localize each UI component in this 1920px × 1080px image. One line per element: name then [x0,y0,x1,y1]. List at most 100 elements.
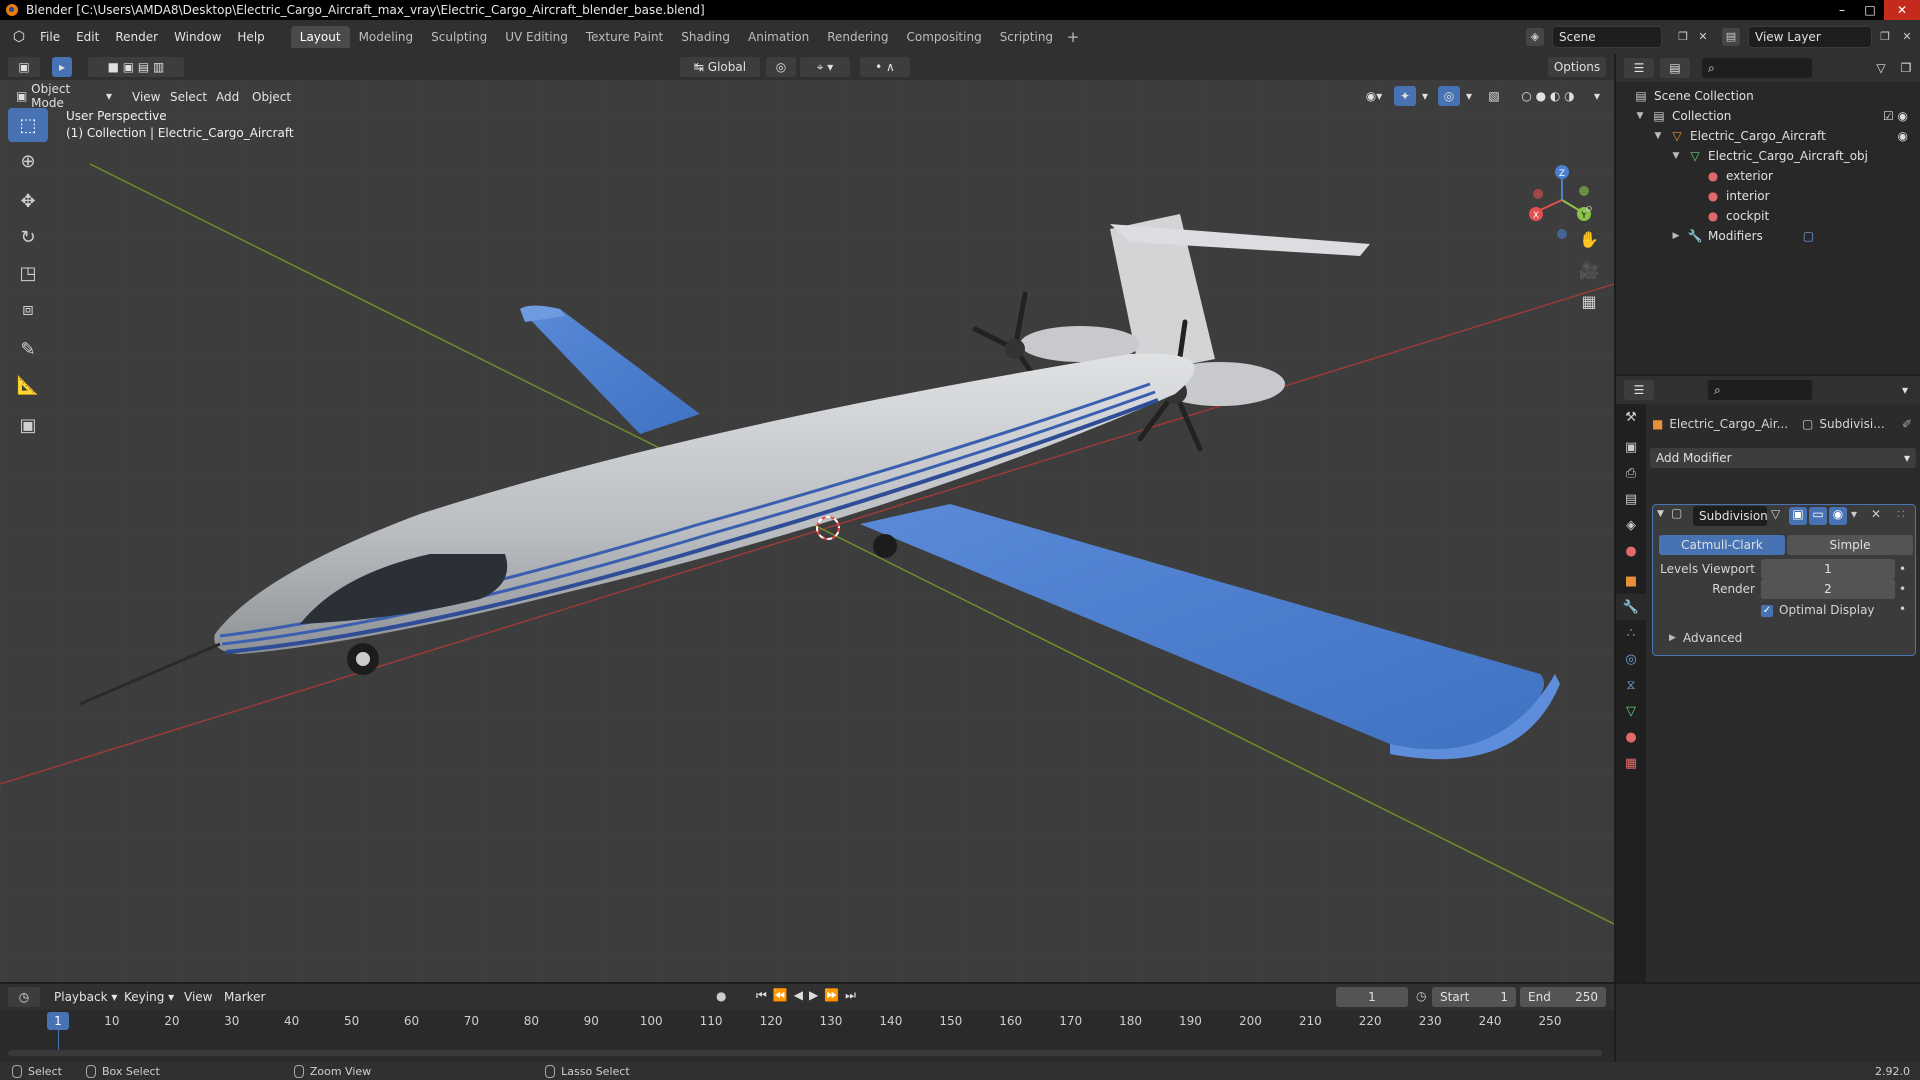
blender-menu-icon[interactable]: ⬡ [6,27,32,47]
start-frame-field[interactable]: Start 1 [1432,987,1516,1007]
annotate-tool[interactable]: ✎ [8,332,48,366]
modifier-name-field[interactable]: Subdivision [1693,506,1768,526]
properties-options-dropdown[interactable]: ▾ [1896,380,1914,400]
collapse-arrow-icon[interactable]: ▶ [1670,231,1682,241]
menu-edit[interactable]: Edit [68,26,107,48]
menu-help[interactable]: Help [229,26,272,48]
add-workspace-button[interactable]: + [1062,26,1084,48]
playback-controls[interactable]: ⏮⏪◀▶⏩⏭ [756,988,862,1003]
simple-button[interactable]: Simple [1787,535,1913,555]
optimal-display-checkbox[interactable]: ✓ [1761,605,1773,617]
snapping-dropdown[interactable]: ⌖ ▾ [800,57,850,77]
tab-rendering[interactable]: Rendering [818,26,897,48]
scale-tool[interactable]: ◳ [8,256,48,290]
world-tab-icon[interactable]: ● [1616,538,1646,564]
minimize-button[interactable]: – [1828,0,1856,20]
catmull-clark-button[interactable]: Catmull-Clark [1659,535,1785,555]
rotate-tool[interactable]: ↻ [8,220,48,254]
outliner-row-material-cockpit[interactable]: ● cockpit [1616,206,1920,226]
object-mode-dropdown[interactable]: ▣ Object Mode ▾ [10,82,118,110]
menu-render[interactable]: Render [107,26,166,48]
options-dropdown[interactable]: Options [1548,57,1606,77]
visibility-dropdown[interactable]: ◉▾ [1358,86,1390,106]
timeline-menu-keying[interactable]: Keying ▾ [116,986,182,1008]
add-cube-tool[interactable]: ▣ [8,408,48,442]
viewport-menu-object[interactable]: Object [244,86,299,108]
mesh-data-tab-icon[interactable]: ▽ [1616,698,1646,724]
perspective-grid-icon[interactable]: ▦ [1574,287,1604,315]
collection-visibility-controls[interactable]: ☑ ◉ [1883,109,1908,123]
timeline-menu-marker[interactable]: Marker [216,986,273,1008]
outliner-row-aircraft-mesh[interactable]: ▼ ▽ Electric_Cargo_Aircraft_obj [1616,146,1920,166]
view-layer-field[interactable]: View Layer [1748,26,1872,48]
object-tab-icon[interactable]: ■ [1616,568,1646,594]
tool-settings-tab-icon[interactable]: ⚒ [1616,404,1646,430]
physics-tab-icon[interactable]: ◎ [1616,646,1646,672]
scene-selector-icon[interactable]: ◈ [1526,28,1544,46]
outliner-row-material-exterior[interactable]: ● exterior [1616,166,1920,186]
current-frame-field[interactable]: 1 [1336,987,1408,1007]
keyframe-dot-icon[interactable]: • [1899,602,1906,616]
outliner-filter-icon[interactable]: ▽ [1868,58,1894,78]
timeline-editor-type[interactable]: ◷ [8,987,40,1007]
view-layer-tab-icon[interactable]: ▤ [1616,486,1646,512]
advanced-expand-arrow-icon[interactable]: ▶ [1669,633,1676,643]
move-tool[interactable]: ✥ [8,184,48,218]
view-layer-selector-icon[interactable]: ▤ [1722,28,1740,46]
scene-name-field[interactable]: Scene [1552,26,1662,48]
tab-scripting[interactable]: Scripting [991,26,1062,48]
new-scene-icon[interactable]: ❐ [1674,28,1692,46]
shading-dropdown[interactable]: ▾ [1588,86,1606,106]
properties-editor-type[interactable]: ☰ [1624,380,1654,400]
selection-mode-buttons[interactable]: ■ ▣ ▤ ▥ [88,57,184,77]
expand-arrow-icon[interactable]: ▼ [1670,151,1682,161]
timeline-menu-view[interactable]: View [176,986,220,1008]
close-window-button[interactable]: ✕ [1884,0,1920,20]
tab-layout[interactable]: Layout [290,26,350,48]
outliner-row-scene-collection[interactable]: ▤ Scene Collection [1616,86,1920,106]
object-visibility-eye-icon[interactable]: ◉ [1898,129,1908,143]
drag-handle-icon[interactable]: ∷ [1897,507,1905,521]
shading-mode-buttons[interactable]: ○ ● ◐ ◑ [1510,86,1586,106]
delete-scene-icon[interactable]: ✕ [1694,28,1712,46]
end-frame-field[interactable]: End 250 [1520,987,1606,1007]
overlay-dropdown[interactable]: ▾ [1462,86,1476,106]
keyframe-dot-icon[interactable]: • [1899,579,1906,599]
modifier-menu-dropdown[interactable]: ▾ [1851,507,1857,521]
tab-uv-editing[interactable]: UV Editing [496,26,577,48]
menu-window[interactable]: Window [166,26,229,48]
tab-animation[interactable]: Animation [739,26,818,48]
outliner-search-input[interactable]: ⌕ [1702,58,1812,78]
particles-tab-icon[interactable]: ∴ [1616,620,1646,646]
outliner-row-aircraft[interactable]: ▼ ▽ Electric_Cargo_Aircraft ◉ [1616,126,1920,146]
add-modifier-button[interactable]: Add Modifier ▾ [1650,448,1916,468]
viewport-toggle-icon[interactable]: ▭ [1809,507,1827,525]
levels-viewport-field[interactable]: 1 [1761,559,1895,579]
tab-sculpting[interactable]: Sculpting [422,26,496,48]
edit-mode-toggle-icon[interactable]: ▽ [1771,507,1780,521]
cage-toggle-icon[interactable]: ▣ [1789,507,1807,525]
menu-file[interactable]: File [32,26,68,48]
outliner-editor-type[interactable]: ☰ [1624,58,1654,78]
output-tab-icon[interactable]: ⎙ [1616,460,1646,486]
keyframe-dot-icon[interactable]: • [1899,559,1906,579]
camera-view-icon[interactable]: 🎥 [1574,256,1604,284]
material-tab-icon[interactable]: ● [1616,724,1646,750]
gizmo-toggle[interactable]: ✦ [1394,86,1416,106]
outliner-row-modifiers[interactable]: ▶ 🔧 Modifiers ▢ [1616,226,1920,246]
new-view-layer-icon[interactable]: ❐ [1876,28,1894,46]
xray-toggle[interactable]: ▧ [1484,86,1504,106]
timeline-scrollbar[interactable] [8,1050,1602,1056]
delete-view-layer-icon[interactable]: ✕ [1898,28,1916,46]
outliner-display-mode[interactable]: ▤ [1660,58,1690,78]
record-keyframe-icon[interactable]: ● [716,989,726,1003]
advanced-section-label[interactable]: Advanced [1683,631,1742,645]
gizmo-dropdown[interactable]: ▾ [1418,86,1432,106]
outliner-row-collection[interactable]: ▼ ▤ Collection ☑ ◉ [1616,106,1920,126]
editor-type-button[interactable]: ▣ [8,57,40,77]
tab-shading[interactable]: Shading [672,26,739,48]
pan-hand-icon[interactable]: ✋ [1574,225,1604,253]
select-box-tool[interactable]: ⬚ [8,108,48,142]
modifier-collapse-arrow-icon[interactable]: ▼ [1657,509,1664,519]
tab-modeling[interactable]: Modeling [350,26,423,48]
